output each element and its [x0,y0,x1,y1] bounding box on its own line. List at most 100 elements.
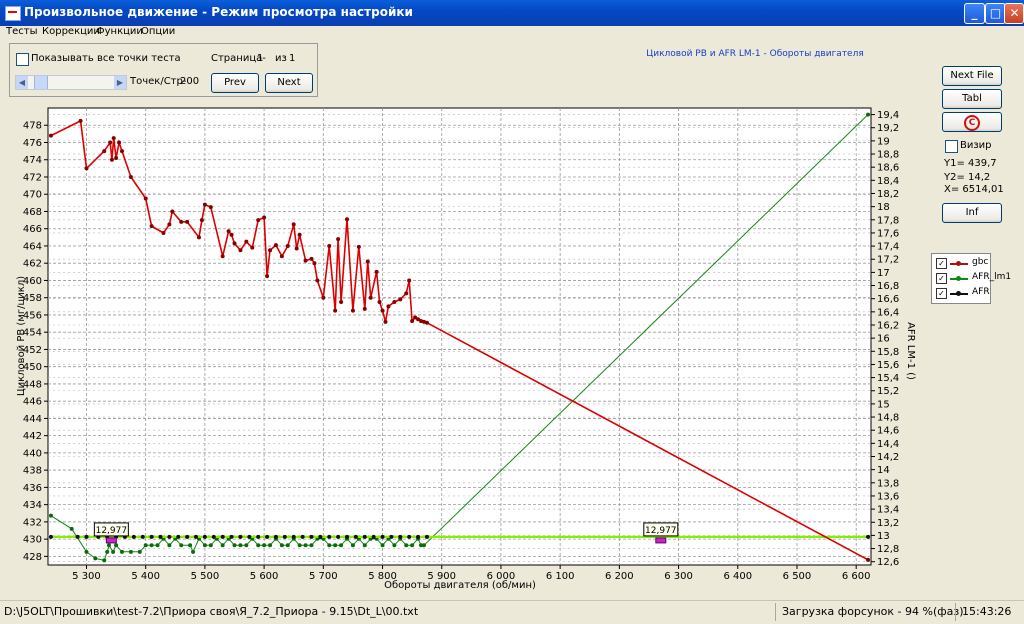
y2-tick-label: 19,2 [877,123,899,134]
y2-axis-label: AFR LM-1 () [905,322,916,380]
y2-tick-label: 18,4 [877,176,899,187]
x-tick-label: 5 800 [368,571,397,582]
series-point-afr-lm1 [250,536,255,541]
window-title: Произвольное движение - Режим просмотра … [24,5,413,19]
series-point-afr-lm1 [321,536,326,541]
series-point-afr-lm1 [309,543,314,548]
next-file-button[interactable]: Next File [942,66,1002,86]
maximize-icon: □ [989,6,1002,20]
series-point-afr-lm1 [102,558,107,563]
series-point-afr-lm1 [398,536,403,541]
y2-tick-label: 12,8 [877,544,899,555]
series-point-afr [122,534,127,539]
title-bar[interactable]: Произвольное движение - Режим просмотра … [0,0,1024,26]
legend-checkbox-afr[interactable]: ✓ [936,288,947,299]
menu-tests[interactable]: Тесты [6,26,37,37]
points-per-page-value: 200 [180,76,200,87]
series-point-afr [380,534,385,539]
menu-functions[interactable]: Функции [96,26,143,37]
series-point-afr-lm1 [285,543,290,548]
series-point-gbc [327,243,332,248]
y-tick-label: 456 [23,310,42,321]
series-point-afr-lm1 [93,556,98,561]
status-separator [955,603,956,621]
y2-tick-label: 13,4 [877,505,899,516]
scroll-left-icon[interactable]: ◀ [16,76,28,89]
series-point-gbc [410,318,415,323]
series-point-afr [194,534,199,539]
series-point-afr [866,534,871,539]
y2-tick-label: 13,8 [877,478,899,489]
minimize-button[interactable]: _ [964,3,985,24]
series-point-gbc [362,306,367,311]
annotations-layer: 12,977 12,977 [93,522,679,544]
y-tick-label: 478 [23,121,42,132]
series-point-afr [273,534,278,539]
series-point-afr-lm1 [191,549,196,554]
series-point-afr [238,534,243,539]
legend-item-afr-lm1[interactable]: ✓ AFR_lm1 [936,272,1011,285]
prev-button[interactable]: Prev [211,73,259,93]
series-point-afr [345,534,350,539]
y-tick-label: 464 [23,241,42,252]
points-scrollbar[interactable]: ◀ ▶ [15,75,127,90]
menu-corrections[interactable]: Коррекции [42,26,100,37]
series-point-gbc [273,243,278,248]
refresh-button[interactable]: C [942,112,1002,132]
series-point-gbc [143,196,148,201]
series-point-afr-lm1 [114,543,119,548]
y-tick-label: 440 [23,448,42,459]
scroll-right-icon[interactable]: ▶ [114,76,126,89]
inf-button[interactable]: Inf [942,203,1002,223]
next-button[interactable]: Next [265,73,313,93]
series-point-afr-lm1 [268,543,273,548]
series-point-gbc [345,217,350,222]
series-point-gbc [262,215,267,220]
series-point-afr-lm1 [84,549,89,554]
legend-label-afr-lm1: AFR_lm1 [972,272,1012,282]
maximize-button[interactable]: □ [985,3,1006,24]
series-point-afr-lm1 [155,543,160,548]
x-tick-label: 5 300 [72,571,101,582]
show-all-checkbox[interactable] [16,53,29,66]
menu-options[interactable]: Опции [141,26,175,37]
scroll-thumb[interactable] [34,76,48,89]
series-point-afr-lm1 [419,543,424,548]
y2-tick-label: 15,4 [877,373,899,384]
series-point-afr [229,534,234,539]
series-point-gbc [250,245,255,250]
series-point-gbc [368,295,373,300]
legend-item-afr[interactable]: ✓ AFR [936,287,990,300]
series-point-afr-lm1 [315,536,320,541]
legend-item-gbc[interactable]: ✓ gbc [936,257,990,270]
series-point-afr [398,534,403,539]
tabl-button[interactable]: Tabl [942,89,1002,109]
series-point-afr-lm1 [128,549,133,554]
x-tick-label: 6 200 [605,571,634,582]
series-point-gbc [120,149,125,154]
y2-tick-label: 15,2 [877,386,899,397]
series-point-gbc [419,318,424,323]
points-per-page-label: Точек/Стр- [130,76,187,87]
series-point-gbc [185,219,190,224]
y2-tick-label: 12,6 [877,557,899,568]
series-point-afr-lm1 [345,536,350,541]
series-point-afr [96,534,101,539]
status-time: 15:43:26 [962,605,1012,618]
y2-tick-label: 14,6 [877,426,899,437]
y-tick-label: 448 [23,379,42,390]
series-point-afr [300,534,305,539]
series-point-gbc [108,140,113,145]
series-point-afr [336,534,341,539]
legend-checkbox-afr-lm1[interactable]: ✓ [936,273,947,284]
x-tick-label: 6 600 [842,571,871,582]
series-point-gbc [199,218,204,223]
series-point-gbc [413,315,418,320]
x-tick-label: 6 500 [783,571,812,582]
legend-checkbox-gbc[interactable]: ✓ [936,258,947,269]
x-tick-label: 6 300 [664,571,693,582]
close-button[interactable]: ✕ [1004,3,1024,24]
series-point-gbc [404,291,409,296]
vizir-checkbox[interactable] [945,140,958,153]
y2-tick-label: 18,6 [877,163,899,174]
